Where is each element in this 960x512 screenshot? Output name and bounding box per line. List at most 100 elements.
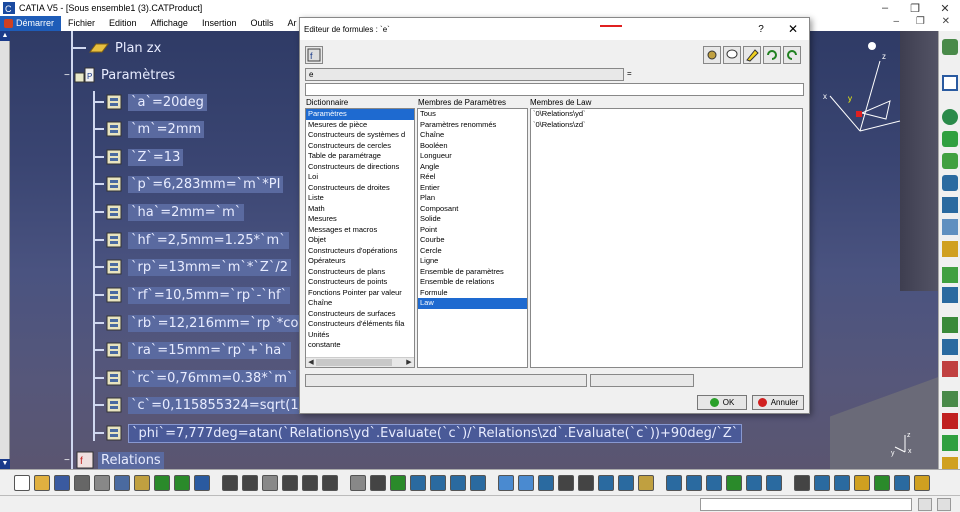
- fit-icon[interactable]: [390, 475, 406, 491]
- membre-parametre-item[interactable]: Entier: [418, 183, 527, 194]
- magnify-icon[interactable]: [638, 475, 654, 491]
- tree-node-parameter[interactable]: `p`=6,283mm=`m`*PI: [94, 173, 284, 195]
- lightbulb-icon[interactable]: [854, 475, 870, 491]
- membre-parametre-item[interactable]: Law: [418, 298, 527, 309]
- dictionnaire-item[interactable]: Chaîne: [306, 298, 414, 309]
- dictionnaire-item[interactable]: Constructeurs de directions: [306, 162, 414, 173]
- lock-icon[interactable]: [794, 475, 810, 491]
- undo-icon[interactable]: [763, 46, 781, 64]
- draw-icon[interactable]: [942, 219, 958, 235]
- product-icon[interactable]: [942, 391, 958, 407]
- tree-node-parameter[interactable]: `m`=2mm: [94, 118, 205, 140]
- dictionnaire-item[interactable]: Fonctions Pointer par valeur: [306, 288, 414, 299]
- plane-icon[interactable]: [814, 475, 830, 491]
- section-icon[interactable]: [942, 435, 958, 451]
- camera-icon[interactable]: [706, 475, 722, 491]
- scene-icon[interactable]: [942, 361, 958, 377]
- membre-parametre-item[interactable]: Composant: [418, 204, 527, 215]
- manipulate-icon[interactable]: [942, 197, 958, 213]
- dictionnaire-list[interactable]: Paramètres Mesures de pièce Constructeurs …: [305, 108, 415, 368]
- sphere-icon[interactable]: [942, 109, 958, 125]
- dictionnaire-hscrollbar[interactable]: ◀ ▶: [306, 357, 414, 367]
- scroll-right-icon[interactable]: ▶: [404, 358, 414, 367]
- membre-law-item[interactable]: `0\Relations\zd`: [531, 120, 802, 131]
- list-icon[interactable]: [894, 475, 910, 491]
- measure-icon[interactable]: [350, 475, 366, 491]
- menu-edition[interactable]: Edition: [102, 16, 144, 31]
- formula-icon[interactable]: [222, 475, 238, 491]
- clash-icon[interactable]: [942, 413, 958, 429]
- measure-icon[interactable]: [942, 241, 958, 257]
- constraint-icon[interactable]: [942, 153, 958, 169]
- ok-button[interactable]: OK: [697, 395, 747, 410]
- hide-icon[interactable]: [558, 475, 574, 491]
- rotate-icon[interactable]: [430, 475, 446, 491]
- pan-icon[interactable]: [410, 475, 426, 491]
- dictionnaire-item[interactable]: Constructeurs de surfaces: [306, 309, 414, 320]
- tree-node-parameter[interactable]: `Z`=13: [94, 146, 184, 168]
- tree-node-parameter[interactable]: `hf`=2,5mm=1.25*`m`: [94, 229, 289, 251]
- status-button[interactable]: [918, 498, 932, 511]
- dictionnaire-item[interactable]: Table de paramétrage: [306, 151, 414, 162]
- normal-view-icon[interactable]: [498, 475, 514, 491]
- collapse-icon[interactable]: −: [64, 455, 74, 466]
- dictionnaire-item[interactable]: Messages et macros: [306, 225, 414, 236]
- dictionnaire-item[interactable]: Constructeurs d'éléments fila: [306, 319, 414, 330]
- tree-node-parameter[interactable]: `phi`=7,777deg=atan(`Relations\yd`.Evalu…: [94, 422, 743, 444]
- measure-tool-icon[interactable]: [914, 475, 930, 491]
- doc-minimize-button[interactable]: –: [894, 16, 900, 27]
- dictionnaire-item[interactable]: Unités: [306, 330, 414, 341]
- snap-icon[interactable]: [942, 175, 958, 191]
- membre-parametre-item[interactable]: Chaîne: [418, 130, 527, 141]
- formula-input[interactable]: [305, 83, 804, 96]
- open-icon[interactable]: [34, 475, 50, 491]
- scroll-up-arrow-icon[interactable]: ▲: [0, 31, 10, 41]
- membres-law-list[interactable]: `0\Relations\yd` `0\Relations\zd`: [530, 108, 803, 368]
- compass-icon[interactable]: x z y: [820, 41, 930, 151]
- menu-insertion[interactable]: Insertion: [195, 16, 244, 31]
- grid-icon[interactable]: [282, 475, 298, 491]
- table-icon[interactable]: [302, 475, 318, 491]
- doc-close-button[interactable]: ✕: [942, 16, 950, 27]
- menu-demarrer[interactable]: Démarrer: [0, 16, 62, 31]
- dictionnaire-item[interactable]: Constructeurs de systèmes d: [306, 130, 414, 141]
- redo-icon[interactable]: [783, 46, 801, 64]
- sync-icon[interactable]: [874, 475, 890, 491]
- membre-parametre-item[interactable]: Ligne: [418, 256, 527, 267]
- scroll-down-arrow-icon[interactable]: ▼: [0, 459, 10, 469]
- tree-node-parameter[interactable]: `rp`=13mm=`m`*`Z`/2: [94, 256, 291, 278]
- iso-view-icon[interactable]: [518, 475, 534, 491]
- tree-node-parameter[interactable]: `ra`=15mm=`rp`+`ha`: [94, 339, 291, 361]
- copy-icon[interactable]: [114, 475, 130, 491]
- save-icon[interactable]: [54, 475, 70, 491]
- membre-parametre-item[interactable]: Angle: [418, 162, 527, 173]
- dictionnaire-item[interactable]: Loi: [306, 172, 414, 183]
- dictionnaire-item[interactable]: Math: [306, 204, 414, 215]
- explode-icon[interactable]: [942, 287, 958, 303]
- cancel-button[interactable]: Annuler: [752, 395, 804, 410]
- render-icon[interactable]: [666, 475, 682, 491]
- comment-icon[interactable]: [242, 475, 258, 491]
- scroll-left-icon[interactable]: ◀: [306, 358, 316, 367]
- update-icon[interactable]: [686, 475, 702, 491]
- scale-icon[interactable]: [322, 475, 338, 491]
- tool-icon[interactable]: [262, 475, 278, 491]
- membre-parametre-item[interactable]: Ensemble de paramètres: [418, 267, 527, 278]
- dictionnaire-item[interactable]: Constructeurs de cercles: [306, 141, 414, 152]
- membre-parametre-item[interactable]: Paramètres renommés: [418, 120, 527, 131]
- comment-icon[interactable]: [723, 46, 741, 64]
- tree-node-relations[interactable]: − f Relations: [64, 449, 164, 471]
- membre-parametre-item[interactable]: Booléen: [418, 141, 527, 152]
- dictionnaire-item[interactable]: Paramètres: [306, 109, 414, 120]
- membre-parametre-item[interactable]: Solide: [418, 214, 527, 225]
- dictionnaire-item[interactable]: Objet: [306, 235, 414, 246]
- membre-parametre-item[interactable]: Réel: [418, 172, 527, 183]
- undo-icon[interactable]: [154, 475, 170, 491]
- dictionnaire-item[interactable]: Mesures: [306, 214, 414, 225]
- membre-law-item[interactable]: `0\Relations\yd`: [531, 109, 802, 120]
- select-icon[interactable]: [942, 75, 958, 91]
- membre-parametre-item[interactable]: Courbe: [418, 235, 527, 246]
- shading-icon[interactable]: [538, 475, 554, 491]
- menu-affichage[interactable]: Affichage: [144, 16, 195, 31]
- erase-icon[interactable]: [743, 46, 761, 64]
